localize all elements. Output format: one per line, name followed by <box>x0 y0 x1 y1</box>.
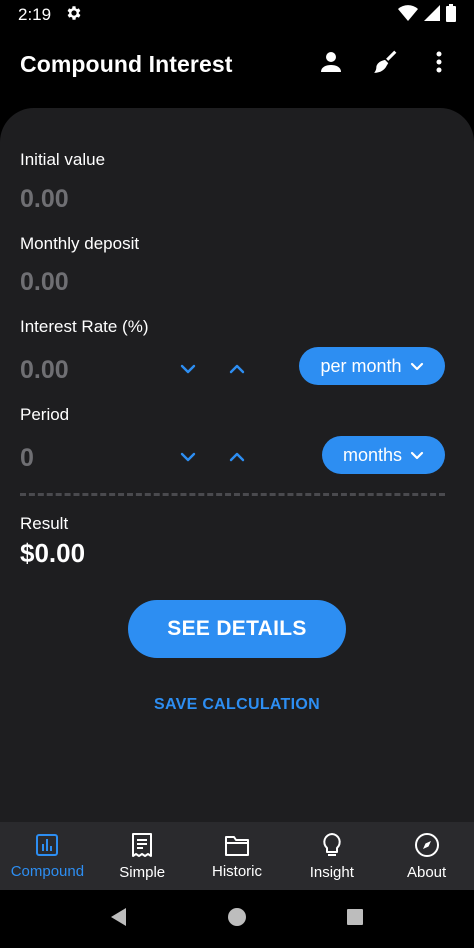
page-title: Compound Interest <box>20 50 233 77</box>
nav-item-simple[interactable]: Simple <box>95 822 190 890</box>
home-button[interactable] <box>227 907 247 932</box>
rate-frequency-dropdown[interactable]: per month <box>299 347 445 385</box>
section-divider <box>20 493 445 496</box>
interest-rate-decrease-button[interactable] <box>177 358 199 380</box>
more-options-button[interactable] <box>424 49 454 79</box>
nav-item-about[interactable]: About <box>379 822 474 890</box>
result-value: $0.00 <box>20 538 86 568</box>
chevron-down-icon <box>180 452 196 462</box>
battery-icon <box>446 3 456 27</box>
status-time: 2:19 <box>18 5 52 24</box>
folder-icon <box>224 835 249 856</box>
nav-item-insight[interactable]: Insight <box>284 822 379 890</box>
period-input[interactable]: 0 <box>20 444 34 473</box>
lightbulb-icon <box>323 832 341 856</box>
nav-label-about: About <box>406 863 447 881</box>
interest-rate-increase-button[interactable] <box>226 358 248 380</box>
chevron-down-icon <box>180 364 196 374</box>
period-decrease-button[interactable] <box>177 446 199 468</box>
settings-icon <box>65 4 83 27</box>
back-button[interactable] <box>110 907 128 932</box>
home-circle-icon <box>227 907 246 926</box>
chevron-up-icon <box>229 452 245 462</box>
system-navigation-bar <box>0 890 474 948</box>
back-triangle-icon <box>110 907 126 926</box>
chevron-down-icon <box>410 451 424 459</box>
recents-button[interactable] <box>346 908 364 931</box>
compass-icon <box>414 832 439 857</box>
more-vert-icon <box>436 51 442 78</box>
nav-item-compound[interactable]: Compound <box>0 822 95 890</box>
bar-chart-icon <box>36 833 59 856</box>
interest-rate-label: Interest Rate (%) <box>20 317 149 336</box>
period-label: Period <box>20 405 70 424</box>
person-icon <box>319 50 343 79</box>
initial-value-label: Initial value <box>20 150 106 169</box>
signal-icon <box>424 4 440 26</box>
nav-label-compound: Compound <box>10 862 85 880</box>
chevron-up-icon <box>229 364 245 374</box>
chevron-down-icon <box>410 362 423 370</box>
wifi-icon <box>398 4 418 26</box>
period-unit-dropdown[interactable]: months <box>322 436 445 474</box>
monthly-deposit-label: Monthly deposit <box>20 234 140 253</box>
receipt-icon <box>132 832 153 857</box>
period-increase-button[interactable] <box>226 446 248 468</box>
nav-label-historic: Historic <box>211 862 262 880</box>
nav-label-simple: Simple <box>119 863 166 881</box>
period-unit-value: months <box>342 444 403 465</box>
save-calculation-button[interactable]: SAVE CALCULATION <box>0 696 474 714</box>
interest-rate-input[interactable]: 0.00 <box>20 356 69 385</box>
see-details-button[interactable]: SEE DETAILS <box>128 600 346 658</box>
recents-square-icon <box>347 908 364 925</box>
initial-value-input[interactable]: 0.00 <box>20 185 69 214</box>
rate-frequency-value: per month <box>320 355 402 376</box>
nav-item-historic[interactable]: Historic <box>190 822 285 890</box>
clear-button[interactable] <box>370 49 400 79</box>
status-bar: 2:19 <box>0 0 474 30</box>
result-label: Result <box>20 514 69 533</box>
monthly-deposit-input[interactable]: 0.00 <box>20 268 69 297</box>
broom-icon <box>372 49 398 80</box>
account-button[interactable] <box>316 49 346 79</box>
nav-label-insight: Insight <box>309 863 354 881</box>
app-bar: Compound Interest <box>0 30 474 98</box>
bottom-navigation: Compound Simple Historic Insight About <box>0 822 474 890</box>
